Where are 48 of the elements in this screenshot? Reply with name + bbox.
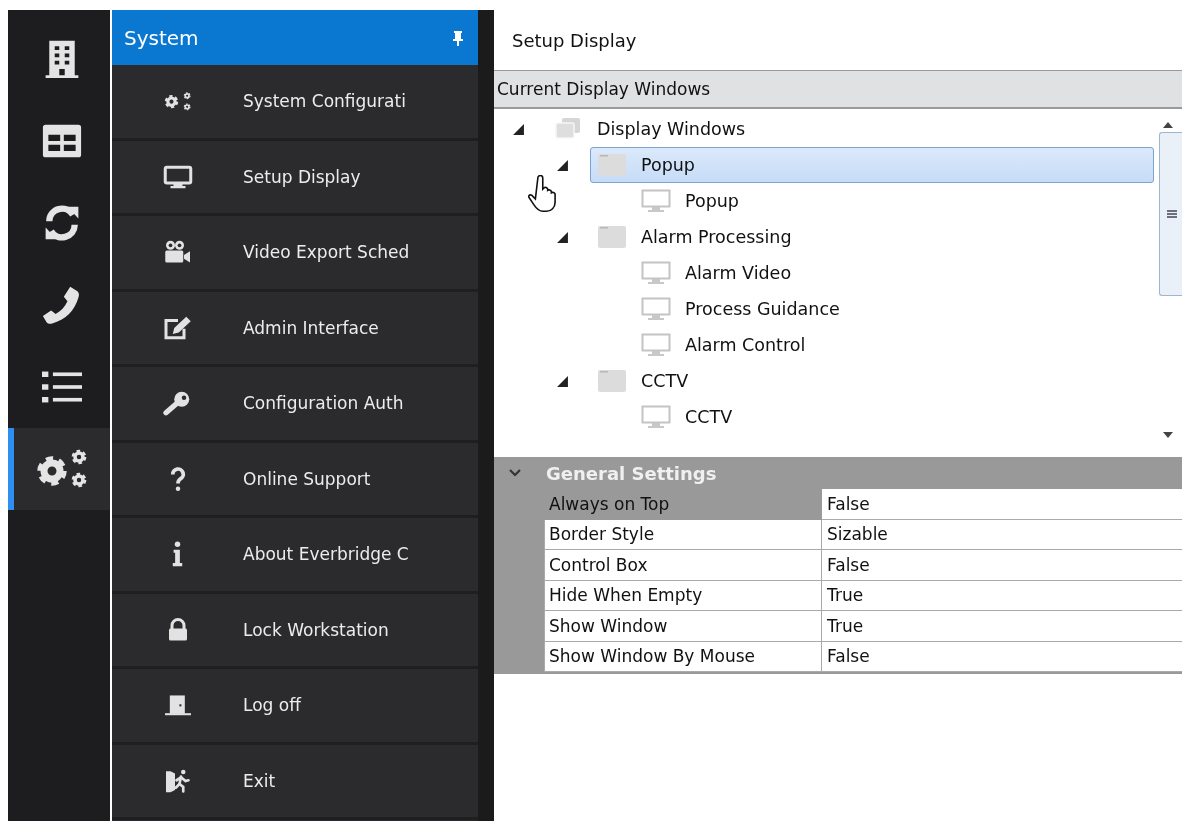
collapse-arrow-icon[interactable] [556,230,569,244]
property-name[interactable]: Border Style [544,519,822,550]
tree-item[interactable]: Display Windows [546,111,1154,147]
property-value[interactable]: False [822,641,1182,672]
scroll-down-icon[interactable] [1162,432,1174,439]
monitor-icon [162,163,193,190]
monitor-icon [641,405,671,429]
property-value[interactable]: True [822,611,1182,642]
window-icon [597,153,627,177]
property-name[interactable]: Control Box [544,550,822,581]
chevron-icon[interactable] [508,468,522,478]
tree-item[interactable]: CCTV [590,363,1154,399]
tree-item[interactable]: CCTV [634,399,1154,435]
tree-item[interactable]: Popup [634,183,1154,219]
pin-icon[interactable] [452,29,464,46]
property-name[interactable]: Show Window [544,611,822,642]
windows-stack-icon [553,117,583,141]
window-icon [597,225,627,249]
property-name[interactable]: Show Window By Mouse [544,641,822,672]
window-icon [597,369,627,393]
scroll-up-icon[interactable] [1162,121,1174,128]
video-camera-icon [162,239,193,266]
info-icon [172,541,183,568]
tree-item[interactable]: Process Guidance [634,291,1154,327]
tree-item[interactable]: Alarm Video [634,255,1154,291]
tree-item[interactable]: Alarm Processing [590,219,1154,255]
property-value[interactable]: False [822,489,1182,520]
property-value[interactable]: Sizable [822,519,1182,550]
grip-icon [1166,210,1177,218]
edit-icon [162,314,193,341]
phone-icon [42,285,82,325]
tree-header: Current Display Windows [494,71,1182,109]
property-value[interactable]: False [822,550,1182,581]
tree-item[interactable]: Alarm Control [634,327,1154,363]
rail-button[interactable] [8,428,110,510]
monitor-icon [641,189,671,213]
scrollbar-thumb[interactable] [1158,132,1182,296]
property-name[interactable]: Hide When Empty [544,580,822,611]
monitor-icon [641,333,671,357]
monitor-icon [641,297,671,321]
property-group-title: General Settings [546,462,717,484]
menu-title: System [124,25,199,50]
collapse-arrow-icon[interactable] [556,158,569,172]
monitor-icon [641,261,671,285]
tree-item[interactable]: Popup [590,147,1154,183]
collapse-arrow-icon[interactable] [556,374,569,388]
property-value[interactable]: True [822,580,1182,611]
collapse-arrow-icon[interactable] [512,122,525,136]
